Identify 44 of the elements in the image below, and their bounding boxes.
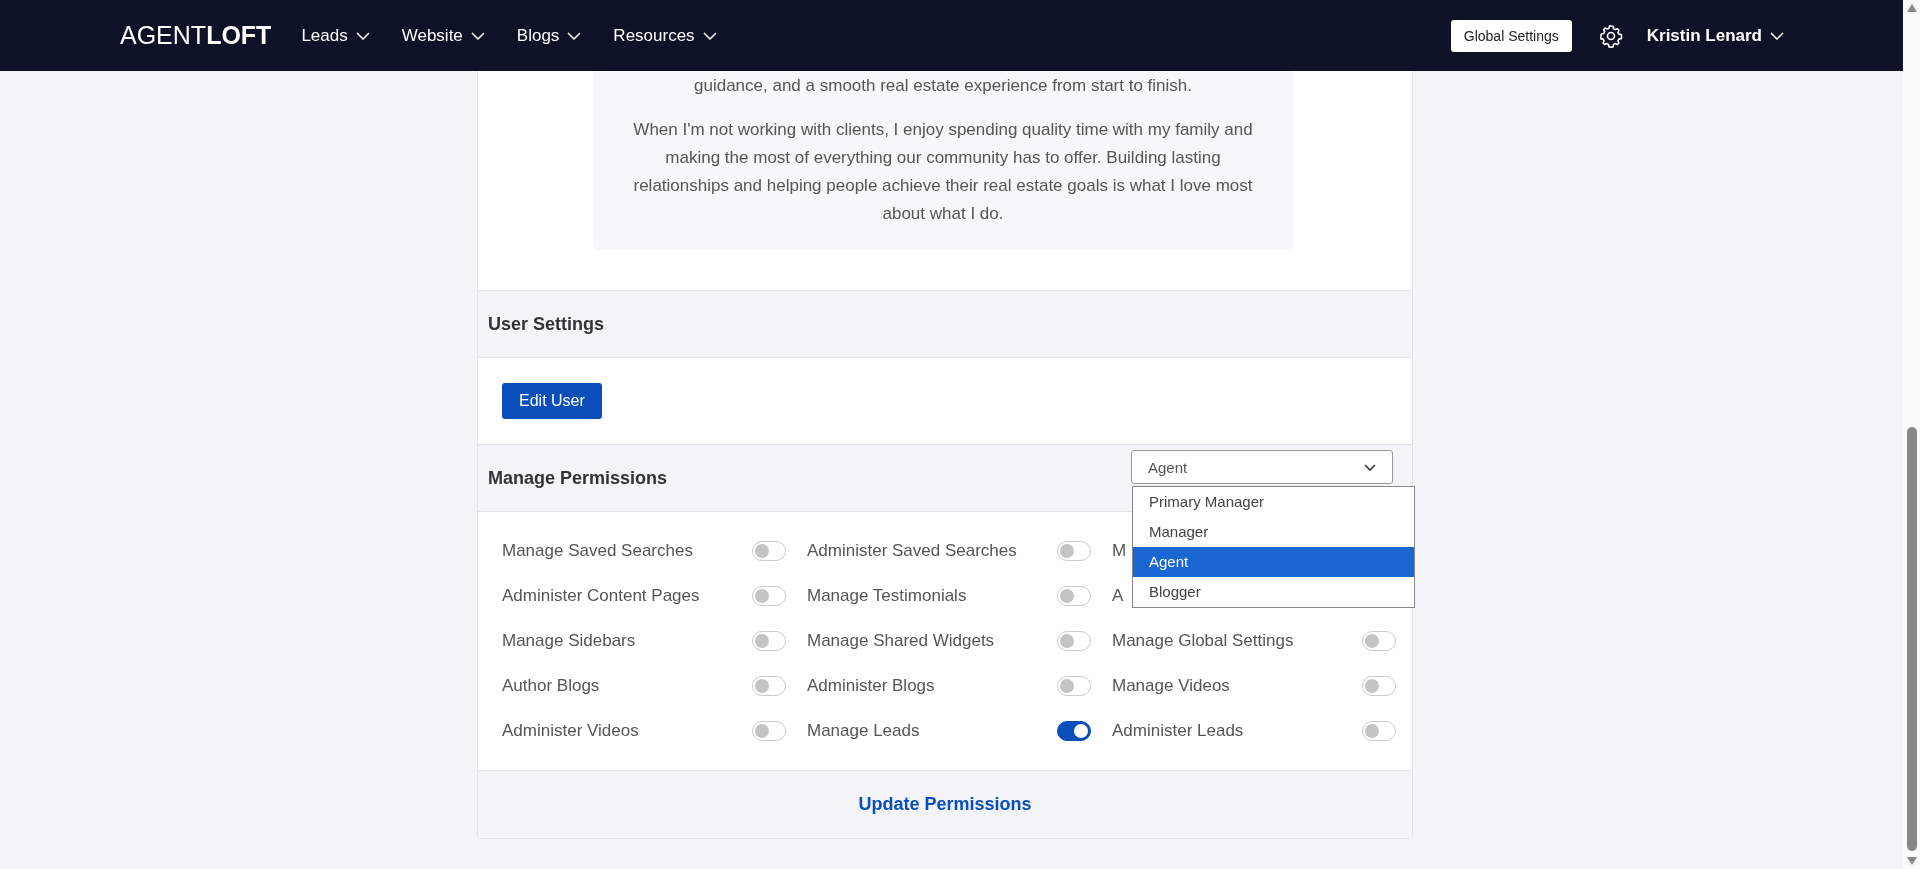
update-permissions-link[interactable]: Update Permissions <box>858 794 1032 815</box>
toggle-switch[interactable] <box>1057 721 1091 741</box>
user-menu[interactable]: Kristin Lenard <box>1646 25 1784 46</box>
settings-icon[interactable] <box>1598 23 1623 48</box>
logo[interactable]: AGENTLOFT <box>120 21 272 50</box>
permission-label: Administer Saved Searches <box>807 541 1017 561</box>
dropdown-option[interactable]: Primary Manager <box>1133 487 1414 517</box>
permission-label: Manage Leads <box>807 721 920 741</box>
chevron-down-icon <box>1770 31 1784 40</box>
permission-label: Author Blogs <box>502 676 600 696</box>
permission-label: Administer Videos <box>502 721 639 741</box>
section-title: Manage Permissions <box>488 467 668 489</box>
role-select[interactable]: Agent <box>1131 450 1393 484</box>
bio-paragraph: When I'm not working with clients, I enjoy spending quality time with my family and making the most of everything our community has to offer. Building lasting relationships and helping people achieve their real estate goals is what I love most about what I do. <box>632 119 1254 225</box>
chevron-down-icon <box>567 31 582 40</box>
nav-menu[interactable]: Blogs <box>516 25 582 46</box>
chevron-down-icon <box>355 31 370 40</box>
permission-label: Manage Shared Widgets <box>807 631 995 651</box>
permission-label: Administer Blogs <box>807 676 935 696</box>
permission-label: Manage Videos <box>1112 676 1230 696</box>
permission-label: Administer Leads <box>1112 721 1244 741</box>
chevron-down-icon <box>702 31 717 40</box>
permission-label: A <box>1112 586 1124 606</box>
permission-label: M <box>1112 541 1127 561</box>
permission-label: Administer Content Pages <box>502 586 700 606</box>
permission-label: Manage Global Settings <box>1112 631 1294 651</box>
dropdown-option[interactable]: Blogger <box>1133 577 1414 607</box>
chevron-down-icon <box>470 31 485 40</box>
nav-menu[interactable]: Resources <box>613 25 717 46</box>
permission-label: Manage Sidebars <box>502 631 636 651</box>
nav-menu[interactable]: Leads <box>301 25 370 46</box>
permission-label: Manage Saved Searches <box>502 541 693 561</box>
edit-user-button[interactable]: Edit User <box>502 383 602 419</box>
chevron-down-icon <box>1364 463 1376 471</box>
scroll-up-icon[interactable] <box>1906 4 1917 12</box>
dropdown-option[interactable]: Manager <box>1133 517 1414 547</box>
scrollbar[interactable] <box>1903 0 1920 869</box>
scroll-down-icon[interactable] <box>1906 857 1917 865</box>
global-settings-button[interactable]: Global Settings <box>1450 19 1572 52</box>
bio-paragraph: guidance, and a smooth real estate experience from start to finish. <box>693 75 1193 97</box>
dropdown-option[interactable]: Agent <box>1133 547 1414 577</box>
permission-label: Manage Testimonials <box>807 586 967 606</box>
section-title: User Settings <box>488 313 605 335</box>
nav-menu[interactable]: Website <box>401 25 485 46</box>
